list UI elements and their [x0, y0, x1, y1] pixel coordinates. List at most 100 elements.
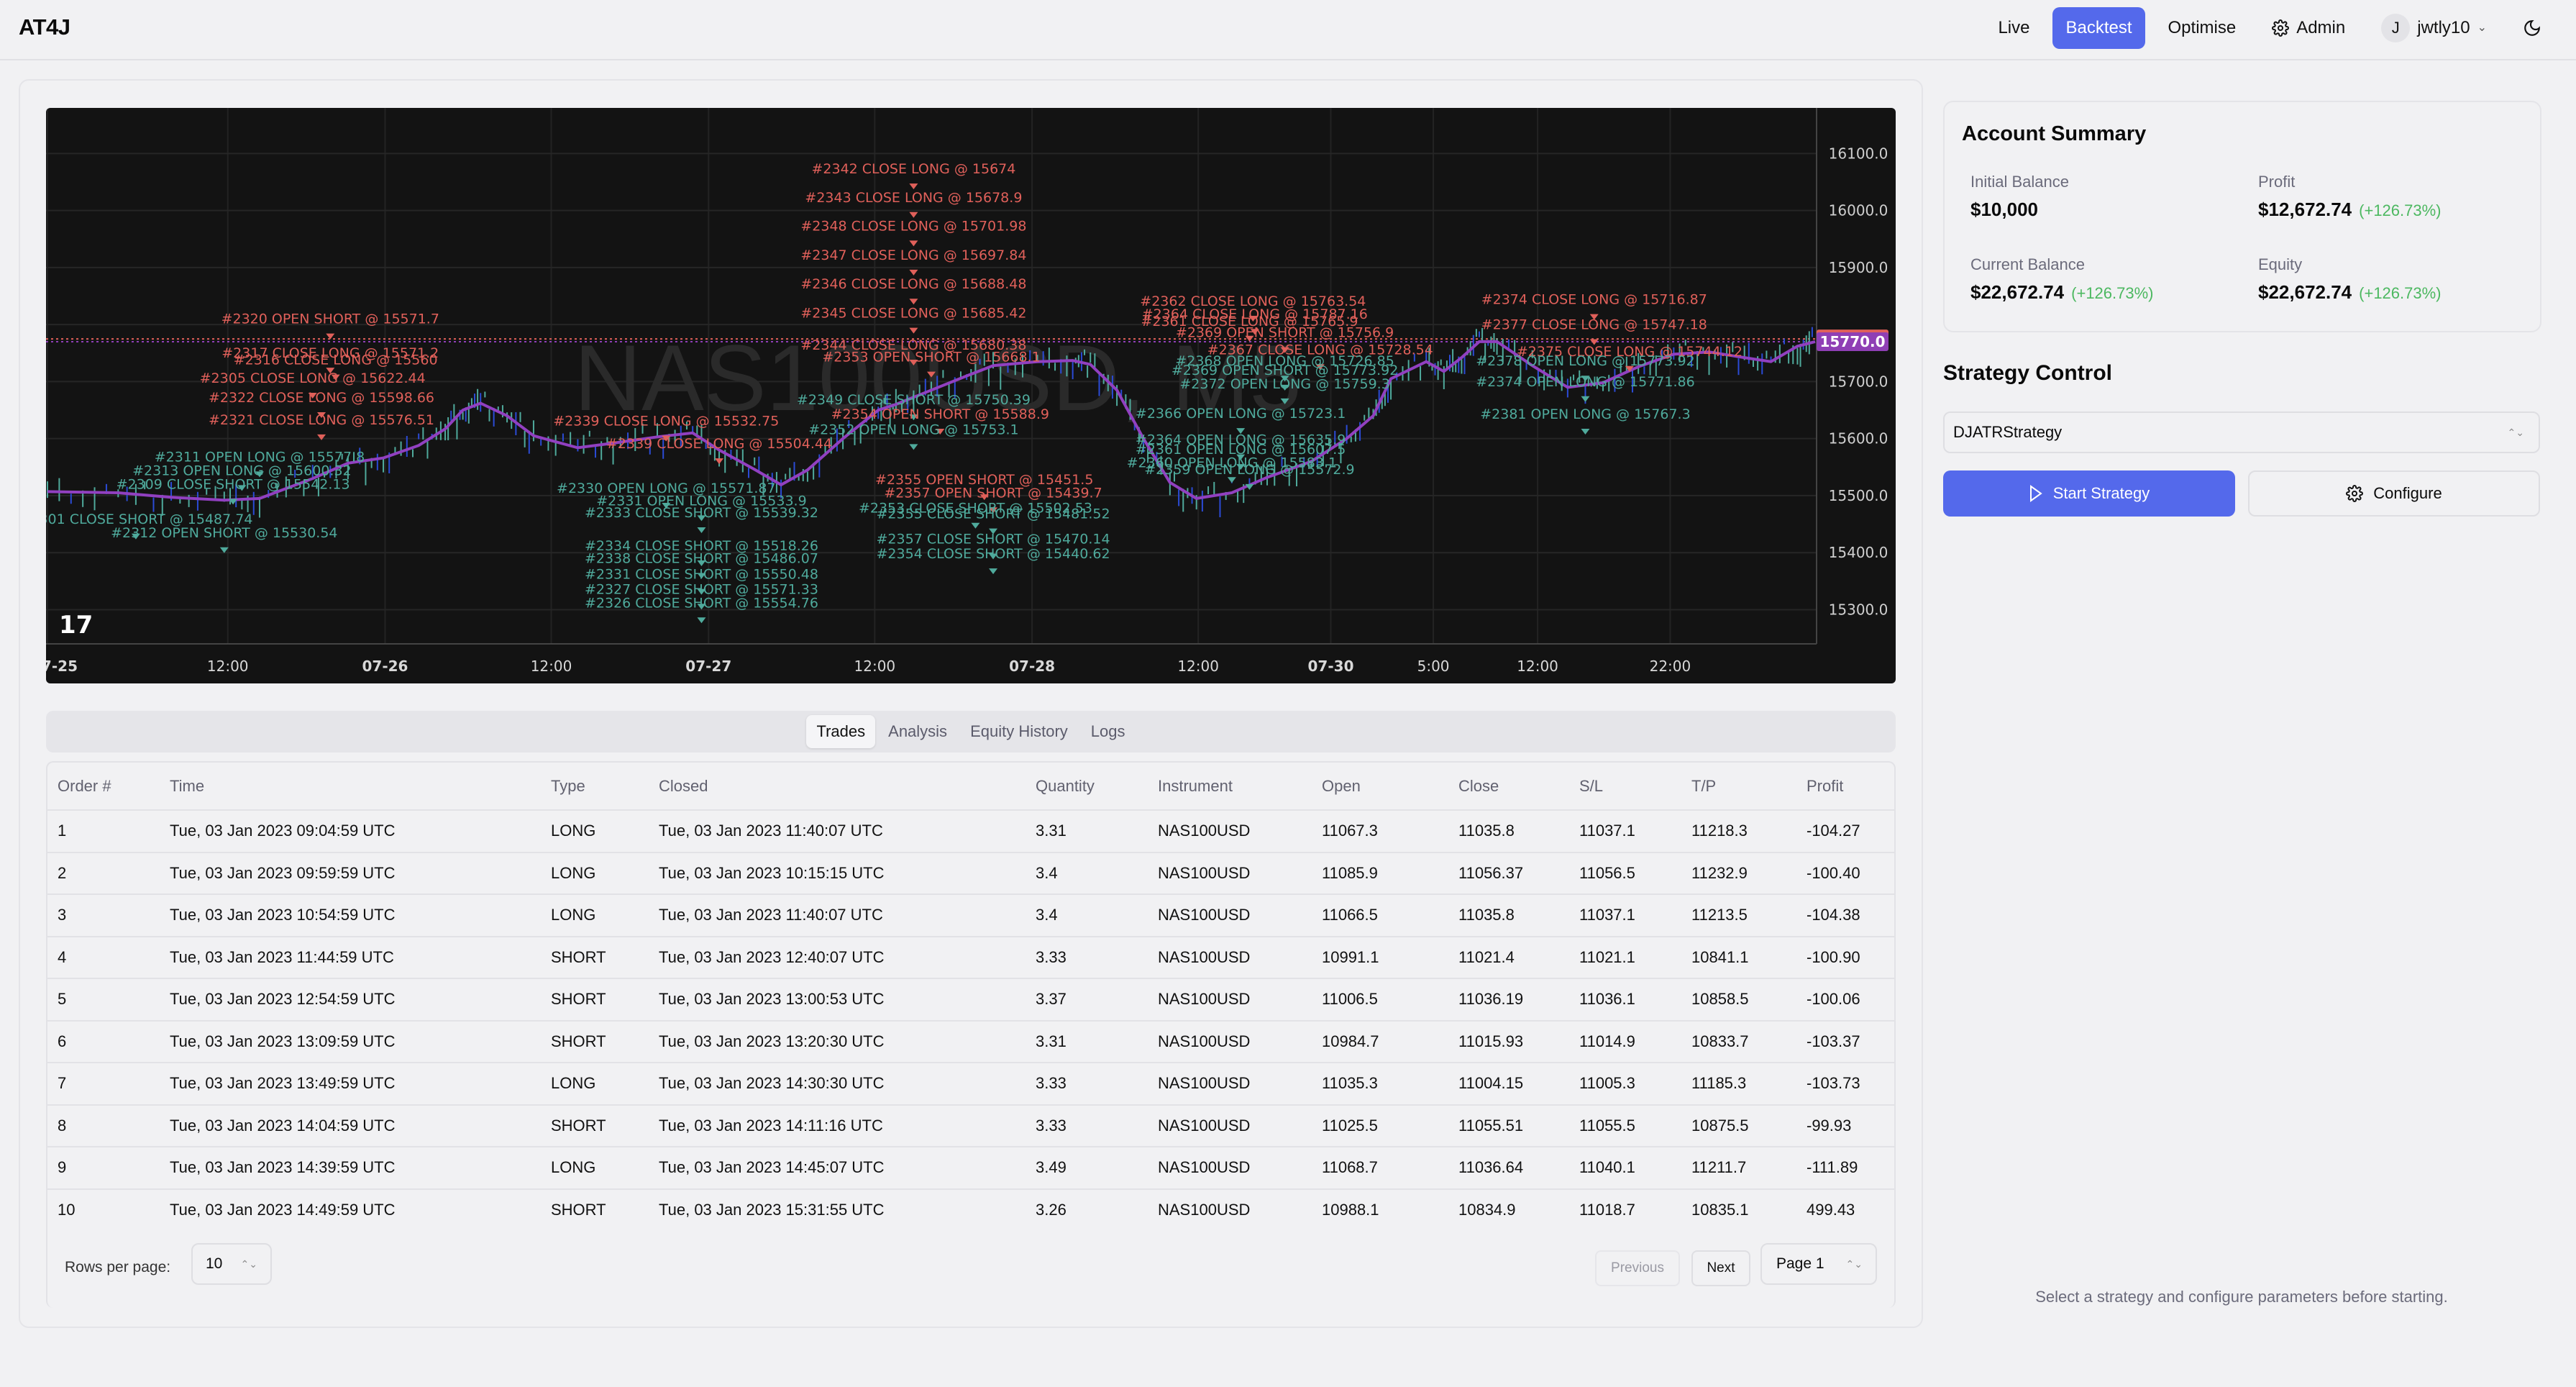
column-header[interactable]: Quantity — [1026, 763, 1148, 811]
table-cell: 11040.1 — [1569, 1147, 1681, 1190]
trade-marker-label[interactable]: #2366 OPEN LONG @ 15723.1 — [1136, 406, 1346, 422]
previous-page-button[interactable]: Previous — [1595, 1250, 1680, 1286]
trade-marker-label[interactable]: #2320 OPEN SHORT @ 15571.7 — [221, 311, 439, 327]
table-cell: Tue, 03 Jan 2023 12:54:59 UTC — [160, 978, 541, 1022]
trade-marker-label[interactable]: #2348 CLOSE LONG @ 15701.98 — [800, 218, 1026, 234]
trade-marker-label[interactable]: #2381 OPEN LONG @ 15767.3 — [1480, 406, 1690, 422]
column-header[interactable]: Time — [160, 763, 541, 811]
avatar: J — [2381, 14, 2411, 42]
trade-marker-label[interactable]: #2326 CLOSE SHORT @ 15554.76 — [585, 595, 818, 611]
time-axis-label: 07-26 — [362, 658, 408, 675]
trade-marker-label[interactable]: #2333 CLOSE SHORT @ 15539.32 — [585, 505, 818, 521]
column-header[interactable]: Closed — [649, 763, 1026, 811]
table-row[interactable]: 8 Tue, 03 Jan 2023 14:04:59 UTC SHORT Tue, … — [47, 1104, 1894, 1147]
trade-marker-label[interactable]: #2354 OPEN SHORT @ 15588.9 — [831, 406, 1049, 422]
column-header[interactable]: Open — [1312, 763, 1448, 811]
trade-marker-label[interactable]: #2321 CLOSE LONG @ 15576.51 — [209, 412, 434, 428]
trade-marker-label[interactable]: #2374 OPEN LONG @ 15771.86 — [1476, 374, 1695, 390]
table-cell: 11066.5 — [1312, 894, 1448, 937]
table-row[interactable]: 3 Tue, 03 Jan 2023 10:54:59 UTC LONG Tue, 0… — [47, 894, 1894, 937]
trade-marker-label[interactable]: #2355 CLOSE SHORT @ 15481.52 — [877, 506, 1110, 522]
stat-value: $10,000 — [1970, 199, 2038, 220]
table-row[interactable]: 1 Tue, 03 Jan 2023 09:04:59 UTC LONG Tue, 0… — [47, 810, 1894, 853]
trade-marker-label[interactable]: #2353 OPEN SHORT @ 15668.1 — [822, 350, 1040, 365]
column-header[interactable]: Type — [541, 763, 649, 811]
app-logo[interactable]: AT4J — [19, 14, 70, 40]
trade-marker-label[interactable]: #2312 OPEN SHORT @ 15530.54 — [111, 525, 337, 541]
table-row[interactable]: 10 Tue, 03 Jan 2023 14:49:59 UTC SHORT Tue,… — [47, 1189, 1894, 1232]
next-page-button[interactable]: Next — [1691, 1250, 1750, 1286]
start-strategy-button[interactable]: Start Strategy — [1943, 470, 2235, 517]
table-cell: 9 — [47, 1147, 160, 1190]
strategy-select[interactable]: DJATRStrategy ⌃⌄ — [1943, 411, 2540, 453]
trade-marker-label[interactable]: #2349 CLOSE SHORT @ 15750.39 — [797, 392, 1031, 408]
tab-analysis[interactable]: Analysis — [878, 715, 957, 748]
trade-marker-label[interactable]: #2369 OPEN SHORT @ 15756.9 — [1176, 325, 1394, 341]
table-cell: Tue, 03 Jan 2023 13:00:53 UTC — [649, 978, 1026, 1022]
table-cell: SHORT — [541, 978, 649, 1022]
table-row[interactable]: 6 Tue, 03 Jan 2023 13:09:59 UTC SHORT Tue, … — [47, 1020, 1894, 1063]
trade-marker-label[interactable]: #2305 CLOSE LONG @ 15622.44 — [200, 370, 426, 386]
trade-marker-label[interactable]: #2338 CLOSE SHORT @ 15486.07 — [585, 550, 818, 566]
stat-percent: (+126.73%) — [2359, 284, 2442, 302]
tab-trades[interactable]: Trades — [806, 715, 876, 748]
price-axis-label: 16000.0 — [1829, 202, 1888, 219]
table-row[interactable]: 5 Tue, 03 Jan 2023 12:54:59 UTC SHORT Tue, … — [47, 978, 1894, 1022]
column-header[interactable]: Close — [1448, 763, 1569, 811]
nav-admin[interactable]: Admin — [2259, 7, 2358, 49]
trade-marker-label[interactable]: #2343 CLOSE LONG @ 15678.9 — [805, 190, 1022, 206]
trade-marker-label[interactable]: #2322 CLOSE LONG @ 15598.66 — [209, 390, 434, 406]
configure-button[interactable]: Configure — [2248, 470, 2540, 517]
tab-equity-history[interactable]: Equity History — [960, 715, 1078, 748]
trade-marker-label[interactable]: #2357 OPEN SHORT @ 15439.7 — [884, 485, 1102, 501]
trade-marker-label[interactable]: #2339 CLOSE LONG @ 15532.75 — [553, 413, 779, 429]
column-header[interactable]: Instrument — [1148, 763, 1312, 811]
table-cell: SHORT — [541, 936, 649, 979]
table-cell: 11036.64 — [1448, 1147, 1569, 1190]
trade-marker-label[interactable]: #2346 CLOSE LONG @ 15688.48 — [800, 276, 1026, 292]
column-header[interactable]: Order # — [47, 763, 160, 811]
trade-marker-label[interactable]: #2339 CLOSE LONG @ 15504.44 — [606, 436, 832, 452]
tradingview-logo-icon[interactable]: 17 — [59, 611, 93, 640]
trade-marker-label[interactable]: #2316 CLOSE LONG @ 15560 — [234, 353, 438, 368]
table-cell: Tue, 03 Jan 2023 11:40:07 UTC — [649, 894, 1026, 937]
table-cell: NAS100USD — [1148, 1063, 1312, 1106]
trade-marker-label[interactable]: #2372 OPEN LONG @ 15759.3 — [1179, 376, 1389, 392]
table-row[interactable]: 2 Tue, 03 Jan 2023 09:59:59 UTC LONG Tue, 0… — [47, 852, 1894, 895]
column-header[interactable]: S/L — [1569, 763, 1681, 811]
nav-backtest[interactable]: Backtest — [2052, 7, 2145, 49]
theme-toggle[interactable] — [2510, 7, 2554, 49]
rows-per-page-select[interactable]: 10 ⌃⌄ — [191, 1243, 272, 1285]
price-chart[interactable]: 16100.0 16000.0 15900.0 15700.0 15600.0 15500… — [46, 108, 1896, 683]
account-summary-title: Account Summary — [1962, 122, 2147, 145]
time-axis-label: 22:00 — [1650, 658, 1691, 675]
trade-marker-label[interactable]: #2354 CLOSE SHORT @ 15440.62 — [877, 546, 1110, 562]
table-row[interactable]: 4 Tue, 03 Jan 2023 11:44:59 UTC SHORT Tue, … — [47, 936, 1894, 979]
trade-marker-label[interactable]: #2345 CLOSE LONG @ 15685.42 — [800, 306, 1026, 322]
trade-marker-label[interactable]: #2377 CLOSE LONG @ 15747.18 — [1481, 317, 1707, 333]
price-axis-label: 15500.0 — [1829, 487, 1888, 504]
table-cell: Tue, 03 Jan 2023 14:30:30 UTC — [649, 1063, 1026, 1106]
column-header[interactable]: T/P — [1681, 763, 1796, 811]
table-cell: 10835.1 — [1691, 1201, 1749, 1219]
trade-marker-label[interactable]: #2309 CLOSE SHORT @ 15542.13 — [117, 476, 350, 492]
column-header[interactable]: Profit — [1796, 763, 1894, 811]
table-cell: LONG — [541, 810, 649, 853]
trade-marker-arrow — [989, 568, 998, 575]
nav-live[interactable]: Live — [1985, 7, 2042, 49]
trade-marker-label[interactable]: #2342 CLOSE LONG @ 15674 — [811, 161, 1015, 177]
nav-optimise[interactable]: Optimise — [2155, 7, 2250, 49]
user-menu[interactable]: J jwtly10 ⌄ — [2368, 7, 2500, 49]
chart-canvas[interactable]: 16100.0 16000.0 15900.0 15700.0 15600.0 15500… — [46, 108, 1896, 683]
table-row[interactable]: 9 Tue, 03 Jan 2023 14:39:59 UTC LONG Tue, 0… — [47, 1147, 1894, 1190]
trade-marker-label[interactable]: #2357 CLOSE SHORT @ 15470.14 — [877, 532, 1110, 547]
trade-marker-label[interactable]: #2374 CLOSE LONG @ 15716.87 — [1481, 292, 1707, 308]
trade-marker-label[interactable]: #2359 OPEN LONG @ 15572.9 — [1144, 462, 1354, 478]
tab-logs[interactable]: Logs — [1081, 715, 1136, 748]
page-select[interactable]: Page 1 ⌃⌄ — [1760, 1243, 1877, 1285]
trade-marker-label[interactable]: #2331 CLOSE SHORT @ 15550.48 — [585, 567, 818, 583]
trade-marker-label[interactable]: #2378 OPEN LONG @ 15773.92 — [1476, 353, 1695, 369]
table-row[interactable]: 7 Tue, 03 Jan 2023 13:49:59 UTC LONG Tue, 0… — [47, 1063, 1894, 1106]
trade-marker-label[interactable]: #2352 OPEN LONG @ 15753.1 — [808, 422, 1018, 437]
trade-marker-label[interactable]: #2347 CLOSE LONG @ 15697.84 — [800, 247, 1026, 263]
